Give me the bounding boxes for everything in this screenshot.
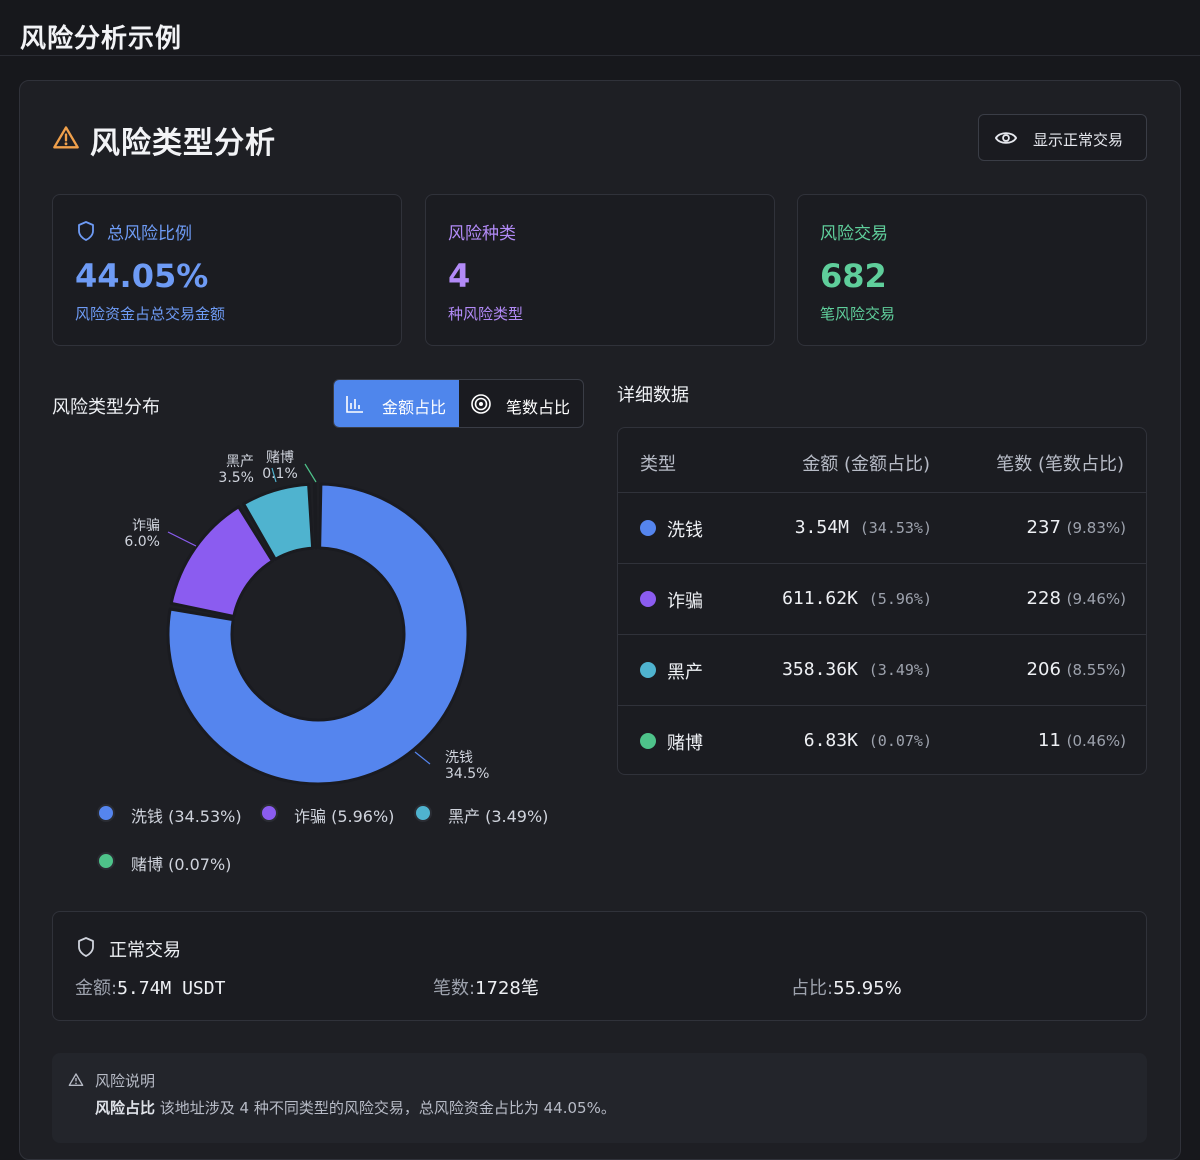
slice-leader-line (167, 531, 197, 547)
amount-cell: 358.36K (3.49%) (782, 659, 932, 680)
slice-label-name: 黑产 (226, 454, 254, 470)
type-name: 黑产 (667, 662, 703, 683)
normal-ratio: 占比:55.95% (791, 978, 902, 999)
table-row: 赌博 6.83K (0.07%) 11 (0.46%) (618, 705, 1146, 774)
stat-card-total-risk-ratio: 总风险比例 44.05% 风险资金占总交易金额 (52, 194, 402, 346)
risk-notice: 风险说明 风险占比 该地址涉及 4 种不同类型的风险交易，总风险资金占比为 44… (52, 1053, 1147, 1143)
type-dot (640, 733, 656, 749)
stat-card-risk-types: 风险种类 4 种风险类型 (425, 194, 775, 346)
type-dot (640, 662, 656, 678)
stat-card-title: 风险交易 (820, 224, 888, 244)
mode-count-tab[interactable]: 笔数占比 (459, 380, 583, 427)
stat-card-subtitle: 笔风险交易 (820, 305, 896, 323)
type-name: 诈骗 (667, 591, 703, 612)
stat-card-value: 44.05% (75, 257, 209, 295)
amount-cell: 3.54M (34.53%) (794, 517, 932, 538)
stat-card-value: 682 (820, 257, 887, 295)
mode-amount-label: 金额占比 (382, 398, 447, 417)
slice-label-name: 诈骗 (132, 518, 160, 534)
legend-label: 赌博 (0.07%) (131, 855, 232, 874)
normal-title: 正常交易 (109, 940, 181, 961)
legend-label: 诈骗 (5.96%) (294, 807, 395, 826)
bar-chart-icon (346, 396, 363, 413)
slice-label-percent: 3.5% (218, 470, 254, 486)
table-row: 诈骗 611.62K (5.96%) 228 (9.46%) (618, 563, 1146, 634)
slice-label-percent: 6.0% (124, 534, 160, 550)
app-title: 风险分析示例 (20, 24, 183, 54)
stat-card-title: 风险种类 (448, 224, 516, 244)
stat-card-risk-transactions: 风险交易 682 笔风险交易 (797, 194, 1147, 346)
mode-count-label: 笔数占比 (506, 398, 571, 417)
table-row: 黑产 358.36K (3.49%) 206 (8.55%) (618, 634, 1146, 705)
notice-text: 风险占比 该地址涉及 4 种不同类型的风险交易，总风险资金占比为 44.05%。 (95, 1099, 616, 1117)
slice-label-percent: 34.5% (445, 766, 489, 782)
mode-amount-tab[interactable]: 金额占比 (334, 380, 459, 427)
legend-label: 洗钱 (34.53%) (131, 807, 242, 826)
shield-icon (78, 937, 94, 957)
normal-transactions-card: 正常交易 金额:5.74M USDT 笔数:1728笔 占比:55.95% (52, 911, 1147, 1021)
legend-dot (260, 804, 278, 822)
top-bar: 风险分析示例 (0, 0, 1200, 56)
legend-dot (414, 804, 432, 822)
details-table: 类型 金额 (金额占比) 笔数 (笔数占比) 洗钱 3.54M (34.53%)… (617, 427, 1147, 775)
column-header-count: 笔数 (笔数占比) (996, 454, 1124, 475)
stat-card-title: 总风险比例 (107, 224, 192, 244)
amount-cell: 6.83K (0.07%) (803, 730, 932, 751)
table-row: 洗钱 3.54M (34.53%) 237 (9.83%) (618, 492, 1146, 563)
shield-icon (78, 221, 94, 241)
stat-card-subtitle: 风险资金占总交易金额 (75, 305, 226, 323)
show-normal-transactions-button[interactable]: 显示正常交易 (978, 114, 1147, 161)
count-cell: 228 (9.46%) (1026, 588, 1126, 609)
slice-label-name: 洗钱 (445, 750, 473, 766)
details-title: 详细数据 (617, 385, 689, 406)
target-icon (471, 394, 491, 414)
section-title: 风险类型分析 (90, 126, 276, 161)
distribution-title: 风险类型分布 (52, 397, 160, 418)
stat-card-value: 4 (448, 257, 471, 295)
normal-count: 笔数:1728笔 (433, 978, 539, 999)
legend-dot (97, 804, 115, 822)
legend-label: 黑产 (3.49%) (448, 807, 549, 826)
amount-cell: 611.62K (5.96%) (782, 588, 932, 609)
column-header-amount: 金额 (金额占比) (802, 454, 930, 475)
slice-leader-line (414, 751, 431, 765)
notice-title: 风险说明 (95, 1072, 156, 1090)
show-normal-label: 显示正常交易 (1033, 131, 1124, 149)
slice-label-percent: 0.1% (262, 466, 298, 482)
slice-leader-line (304, 463, 317, 483)
type-dot (640, 520, 656, 536)
count-cell: 206 (8.55%) (1026, 659, 1126, 680)
stat-card-subtitle: 种风险类型 (448, 305, 524, 323)
chart-mode-toggle: 金额占比 笔数占比 (333, 379, 584, 428)
type-dot (640, 591, 656, 607)
warning-icon (53, 126, 79, 149)
donut-slice-3[interactable] (312, 482, 318, 550)
eye-icon (995, 132, 1017, 144)
type-name: 赌博 (667, 733, 703, 754)
count-cell: 11 (0.46%) (1038, 730, 1126, 751)
slice-label-name: 赌博 (266, 449, 294, 466)
normal-amount: 金额:5.74M USDT (75, 978, 226, 999)
count-cell: 237 (9.83%) (1026, 517, 1126, 538)
legend-dot (97, 852, 115, 870)
risk-donut-chart: 洗钱34.5% 诈骗6.0% 黑产3.5% 赌博0.1% (124, 449, 489, 786)
warning-icon (68, 1073, 84, 1086)
column-header-type: 类型 (640, 454, 676, 475)
type-name: 洗钱 (667, 520, 703, 541)
